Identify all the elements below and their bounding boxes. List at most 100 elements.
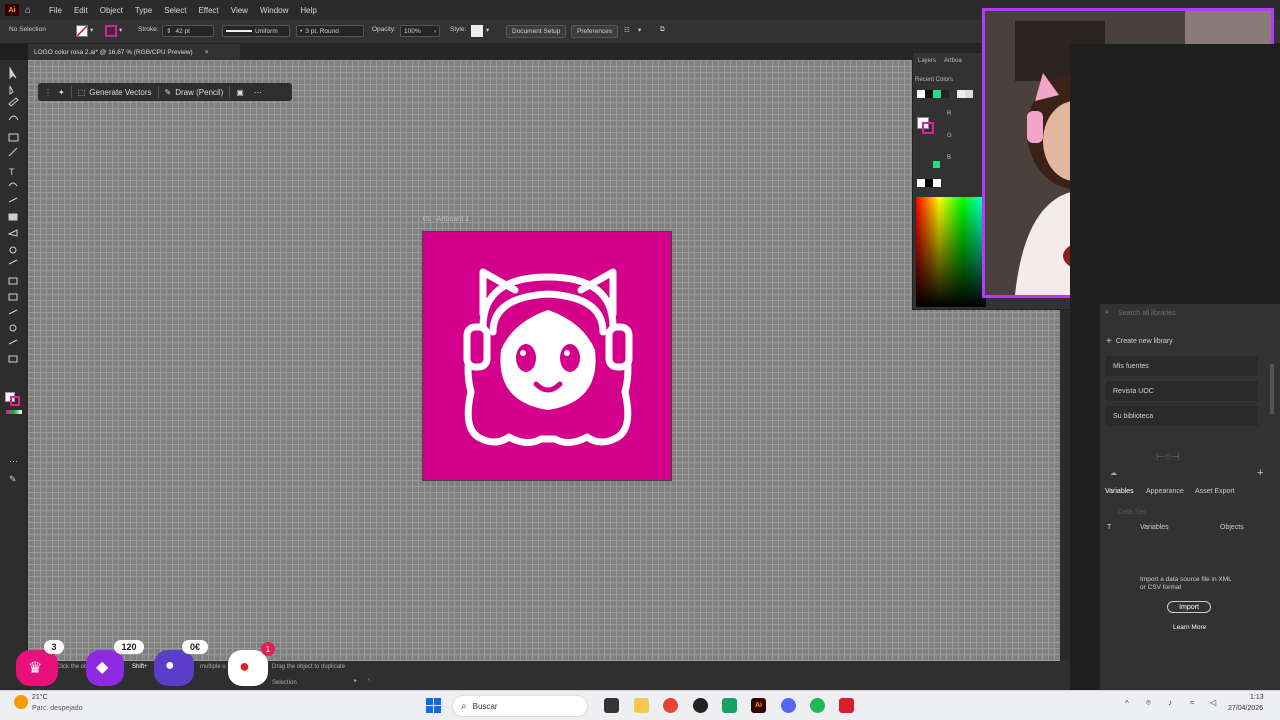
library-item[interactable]: Su biblioteca — [1106, 406, 1258, 426]
obs-icon[interactable] — [693, 698, 708, 713]
stroke-profile-dropdown[interactable]: Uniform — [222, 25, 290, 37]
menu-effect[interactable]: Effect — [198, 6, 218, 15]
generate-vectors-button[interactable]: Generate Vectors — [89, 88, 151, 97]
generate-vectors-small-icon: ⬚ — [77, 87, 86, 97]
mic-icon[interactable]: ♪ — [1168, 698, 1172, 707]
libraries-scrollbar[interactable] — [1270, 364, 1274, 414]
gem-widget: ◆ — [86, 650, 124, 686]
pencil-icon: ✎ — [164, 87, 172, 97]
tab-appearance[interactable]: Appearance — [1146, 488, 1184, 495]
style-swatch[interactable] — [471, 25, 483, 37]
svg-text:T: T — [9, 167, 15, 177]
color-mode-icon[interactable] — [6, 410, 22, 414]
stroke-color-icon[interactable] — [10, 396, 20, 406]
menu-file[interactable]: File — [49, 6, 62, 15]
piggy-bank-icon: ● — [165, 657, 175, 674]
arrange-icon[interactable]: ⧉ — [660, 26, 665, 34]
app-red-icon[interactable] — [839, 698, 854, 713]
libraries-panel: ⌕ Search all libraries + Create new libr… — [1100, 304, 1280, 484]
drag-handle-icon[interactable]: ⋮ — [44, 88, 52, 97]
crown-count-badge: 3 — [44, 640, 64, 654]
clock-date[interactable]: 27/04/2026 — [1228, 705, 1263, 712]
search-icon: ⌕ — [461, 700, 467, 712]
status-hint-click: Click the ob — [56, 664, 88, 670]
gem-count-badge: 120 — [114, 640, 144, 654]
tab-asset-export[interactable]: Asset Export — [1195, 488, 1235, 495]
tab-artboards[interactable]: Artboa — [944, 58, 962, 64]
align-dropdown-icon[interactable]: ▾ — [638, 26, 641, 34]
style-dropdown-icon[interactable]: ▾ — [486, 26, 489, 34]
tab-variables[interactable]: Variables — [1105, 488, 1134, 495]
app-icon[interactable] — [722, 698, 737, 713]
illustrator-logo: Ai — [5, 4, 19, 16]
menu-view[interactable]: View — [231, 6, 248, 15]
file-explorer-icon[interactable] — [634, 698, 649, 713]
task-view-icon[interactable] — [604, 698, 619, 713]
stroke-dropdown-icon[interactable]: ▾ — [119, 26, 122, 34]
document-setup-button[interactable]: Document Setup — [506, 25, 567, 38]
opacity-label: Opacity: — [372, 26, 396, 33]
status-arrow-icon[interactable]: ▸ — [354, 677, 357, 684]
import-button[interactable]: Import — [1167, 601, 1211, 613]
discord-icon[interactable] — [781, 698, 796, 713]
piggy-bank-widget: ● — [154, 650, 194, 686]
contextual-task-bar: ⋮ ✦ ⬚ Generate Vectors ✎ Draw (Pencil) ▣… — [38, 83, 292, 101]
artboard[interactable] — [422, 231, 672, 481]
generate-vectors-icon[interactable]: ✦ — [58, 88, 65, 97]
library-item[interactable]: Revista UOC — [1106, 381, 1258, 401]
weather-icon[interactable] — [14, 695, 28, 709]
create-library-button[interactable]: + Create new library — [1106, 336, 1173, 347]
tab-layers[interactable]: Layers — [918, 58, 936, 64]
cloud-icon[interactable]: ☁ — [1110, 469, 1117, 477]
document-tab[interactable]: LOGO color rosa 2.ai* @ 16,67 % (RGB/CPU… — [28, 44, 240, 60]
menu-help[interactable]: Help — [300, 6, 316, 15]
out-of-gamut-icon[interactable] — [933, 161, 940, 168]
image-icon[interactable]: ▣ — [236, 88, 244, 97]
opacity-field[interactable]: 100% › — [400, 25, 440, 37]
brush-dropdown[interactable]: • 3 pt. Round — [296, 25, 364, 37]
weather-temp: 21°C — [32, 694, 48, 701]
wifi-icon[interactable]: ≈ — [1190, 698, 1194, 707]
menu-window[interactable]: Window — [260, 6, 288, 15]
chrome-icon[interactable] — [663, 698, 678, 713]
status-back-icon[interactable]: ‹ — [368, 677, 370, 683]
fill-swatch[interactable] — [76, 25, 88, 37]
fill-dropdown-icon[interactable]: ▾ — [90, 26, 93, 34]
edit-toolbar-icon[interactable]: ✎ — [9, 474, 21, 485]
none-black-white-swatches[interactable] — [917, 179, 941, 187]
status-hint-shift: Shift+ — [132, 664, 148, 670]
menu-edit[interactable]: Edit — [74, 6, 88, 15]
color-stroke-icon[interactable] — [922, 122, 934, 134]
align-icon[interactable]: ☷ — [624, 26, 630, 34]
tray-chevron-icon[interactable]: ^ — [1125, 699, 1129, 708]
network-icon[interactable]: ⌾ — [1146, 698, 1151, 708]
taskbar: 21°C Parc. despejado ⌕ Buscar Ai ^ ⌾ ♪ ≈… — [0, 690, 1280, 720]
add-library-icon[interactable]: + — [1257, 467, 1263, 479]
color-spectrum[interactable] — [916, 197, 986, 307]
clock-time[interactable]: 1:13 — [1250, 694, 1264, 701]
gem-icon: ◆ — [96, 659, 109, 676]
home-icon[interactable]: ⌂ — [25, 5, 31, 16]
learn-more-link[interactable]: Learn More — [1173, 624, 1206, 631]
close-tab-icon[interactable]: × — [205, 49, 209, 56]
preferences-button[interactable]: Preferences — [571, 25, 619, 38]
volume-icon[interactable]: ◁ — [1210, 698, 1216, 707]
more-tools-icon[interactable]: ⋯ — [9, 456, 21, 467]
stroke-swatch[interactable] — [105, 25, 117, 37]
menu-type[interactable]: Type — [135, 6, 152, 15]
spotify-icon[interactable] — [810, 698, 825, 713]
taskbar-search[interactable]: ⌕ Buscar — [452, 695, 588, 717]
menu-object[interactable]: Object — [100, 6, 123, 15]
library-item[interactable]: Mis fuentes — [1106, 356, 1258, 376]
library-search-input[interactable]: Search all libraries — [1118, 310, 1176, 317]
col-objects: Objects — [1220, 524, 1244, 531]
menu-select[interactable]: Select — [164, 6, 186, 15]
stroke-weight-field[interactable]: ⇕ 42 pt — [162, 25, 214, 37]
tools-icons[interactable]: T — [0, 64, 28, 494]
more-options-icon[interactable]: ⋯ — [254, 88, 262, 97]
recent-colors-swatches[interactable] — [917, 90, 973, 98]
import-hint: Import a data source file in XML or CSV … — [1140, 576, 1232, 591]
illustrator-taskbar-icon[interactable]: Ai — [751, 698, 766, 713]
draw-mode-button[interactable]: Draw (Pencil) — [175, 88, 223, 97]
windows-start-icon[interactable] — [426, 698, 441, 713]
